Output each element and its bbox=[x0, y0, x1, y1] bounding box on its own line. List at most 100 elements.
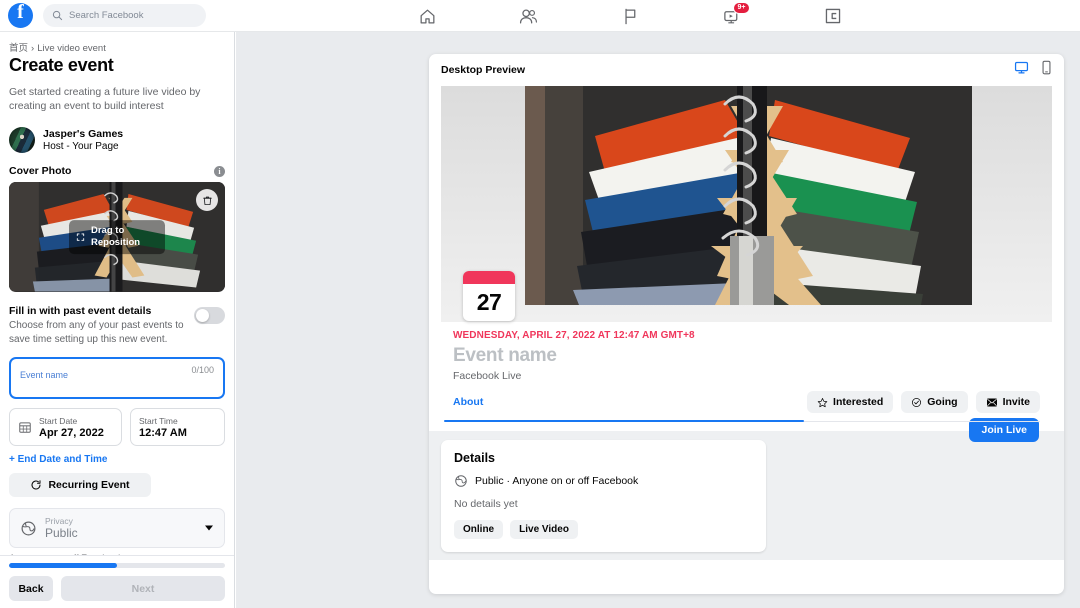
privacy-label: Privacy bbox=[45, 516, 73, 527]
cover-photo-preview[interactable]: Drag to Reposition bbox=[9, 182, 225, 293]
going-label: Going bbox=[927, 396, 958, 408]
sidebar-footer: Back Next bbox=[0, 555, 234, 608]
search-icon bbox=[52, 10, 63, 21]
event-name-label: Event name bbox=[20, 370, 69, 381]
event-name-placeholder: Event name bbox=[453, 345, 557, 366]
breadcrumb: 首页 › Live video event bbox=[9, 40, 225, 54]
home-icon bbox=[420, 9, 434, 23]
event-cover-image bbox=[525, 86, 972, 305]
event-date-badge: 27 bbox=[463, 271, 515, 321]
recurring-event-button[interactable]: Recurring Event bbox=[9, 473, 151, 498]
star-icon bbox=[817, 397, 828, 407]
tab-about[interactable]: About bbox=[453, 396, 483, 408]
event-preview-card: Desktop Preview 27 WEDNESDAY, APRIL 27, … bbox=[429, 54, 1064, 594]
start-time-input[interactable]: Start Time 12:47 AM bbox=[130, 408, 225, 447]
search-placeholder: Search Facebook bbox=[69, 10, 144, 21]
nav-friends-button[interactable] bbox=[517, 4, 541, 28]
interested-button[interactable]: Interested bbox=[807, 391, 894, 413]
sidebar-scroll-region[interactable]: 首页 › Live video event Create event Get sta… bbox=[0, 32, 234, 555]
preview-device-toggles bbox=[1014, 60, 1052, 80]
preview-header: Desktop Preview bbox=[429, 54, 1064, 86]
nav-icon-group: 9+ bbox=[415, 0, 845, 32]
page-title: Create event bbox=[9, 55, 114, 75]
footer-button-row: Back Next bbox=[9, 576, 225, 601]
start-date-value: Apr 27, 2022 bbox=[39, 426, 104, 439]
facebook-logo[interactable] bbox=[8, 1, 33, 28]
details-chips: Online Live Video bbox=[454, 520, 753, 539]
globe-icon bbox=[455, 475, 467, 487]
search-input[interactable]: Search Facebook bbox=[43, 4, 206, 27]
interested-label: Interested bbox=[833, 396, 884, 408]
video-notification-badge: 9+ bbox=[732, 2, 751, 14]
host-avatar[interactable] bbox=[9, 127, 35, 154]
fill-past-event-toggle[interactable] bbox=[194, 307, 225, 325]
invite-button[interactable]: Invite bbox=[975, 391, 1040, 413]
move-icon bbox=[76, 233, 85, 241]
info-icon[interactable]: i bbox=[214, 165, 225, 177]
event-name-input[interactable]: Event name 0/100 bbox=[9, 357, 225, 400]
cover-photo-label-row: Cover Photo i bbox=[9, 165, 225, 177]
details-empty-text: No details yet bbox=[454, 498, 518, 510]
friends-icon bbox=[519, 9, 538, 23]
calendar-icon bbox=[19, 422, 31, 434]
preview-hero: 27 bbox=[429, 86, 1064, 322]
phone-icon bbox=[1042, 60, 1051, 75]
details-privacy-text: Public · Anyone on or off Facebook bbox=[475, 475, 639, 487]
nav-gaming-button[interactable] bbox=[821, 4, 845, 28]
page-subtitle: Get started creating a future live video… bbox=[9, 86, 201, 113]
cover-photo-label: Cover Photo bbox=[9, 165, 72, 178]
preview-tab-content: Details Public · Anyone on or off Facebo… bbox=[429, 431, 1064, 560]
chevron-down-icon bbox=[205, 525, 213, 531]
privacy-value: Public bbox=[45, 526, 78, 541]
hero-background: 27 bbox=[441, 86, 1052, 322]
fill-past-event-row: Fill in with past event details Choose f… bbox=[9, 305, 225, 346]
desktop-preview-button[interactable] bbox=[1014, 60, 1029, 80]
envelope-icon bbox=[986, 398, 997, 406]
details-card: Details Public · Anyone on or off Facebo… bbox=[441, 440, 766, 552]
breadcrumb-home-link[interactable]: 首页 bbox=[9, 43, 28, 54]
drag-to-reposition-handle[interactable]: Drag to Reposition bbox=[69, 220, 165, 255]
preview-event-info: WEDNESDAY, APRIL 27, 2022 AT 12:47 AM GM… bbox=[429, 322, 1064, 382]
create-event-sidebar: 首页 › Live video event Create event Get sta… bbox=[0, 32, 235, 608]
start-time-value: 12:47 AM bbox=[139, 426, 187, 439]
progress-bar bbox=[9, 563, 225, 568]
mobile-preview-button[interactable] bbox=[1041, 60, 1052, 80]
globe-icon bbox=[21, 521, 36, 536]
preview-title: Desktop Preview bbox=[441, 64, 526, 76]
privacy-select[interactable]: Privacy Public bbox=[9, 508, 225, 549]
hangers-photo bbox=[525, 86, 972, 305]
start-date-input[interactable]: Start Date Apr 27, 2022 bbox=[9, 408, 122, 447]
breadcrumb-current: Live video event bbox=[37, 43, 106, 54]
next-button[interactable]: Next bbox=[61, 576, 225, 601]
monitor-icon bbox=[1014, 61, 1029, 74]
fill-past-event-description: Choose from any of your past events to s… bbox=[9, 320, 184, 345]
details-title: Details bbox=[454, 451, 495, 465]
event-action-buttons: Interested Going Invite bbox=[807, 391, 1040, 413]
event-datetime: WEDNESDAY, APRIL 27, 2022 AT 12:47 AM GM… bbox=[453, 330, 695, 341]
going-button[interactable]: Going bbox=[901, 391, 968, 413]
date-badge-day: 27 bbox=[476, 289, 502, 315]
trash-icon bbox=[202, 196, 212, 205]
tab-active-underline bbox=[444, 419, 804, 422]
start-time-label: Start Time bbox=[139, 415, 178, 426]
back-button[interactable]: Back bbox=[9, 576, 53, 601]
recurring-event-label: Recurring Event bbox=[48, 479, 130, 492]
event-name-counter: 0/100 bbox=[191, 365, 214, 376]
top-navigation-bar: Search Facebook bbox=[0, 0, 1080, 32]
nav-home-button[interactable] bbox=[415, 4, 439, 28]
nav-flag-button[interactable] bbox=[618, 4, 642, 28]
event-type-label: Facebook Live bbox=[453, 370, 522, 382]
host-name: Jasper's Games bbox=[43, 128, 124, 141]
nav-video-button[interactable]: 9+ bbox=[720, 2, 751, 28]
fill-past-event-title: Fill in with past event details bbox=[9, 305, 152, 318]
add-end-date-link[interactable]: + End Date and Time bbox=[9, 454, 225, 465]
main-content-area: Desktop Preview 27 WEDNESDAY, APRIL 27, … bbox=[236, 32, 1080, 608]
host-role: Host - Your Page bbox=[43, 141, 119, 153]
date-badge-top bbox=[463, 271, 515, 284]
breadcrumb-separator: › bbox=[31, 43, 35, 54]
invite-label: Invite bbox=[1002, 396, 1030, 408]
host-row: Jasper's Games Host - Your Page bbox=[9, 127, 225, 154]
check-circle-icon bbox=[912, 397, 922, 407]
chip-live-video: Live Video bbox=[510, 520, 578, 539]
flag-icon bbox=[625, 8, 636, 24]
